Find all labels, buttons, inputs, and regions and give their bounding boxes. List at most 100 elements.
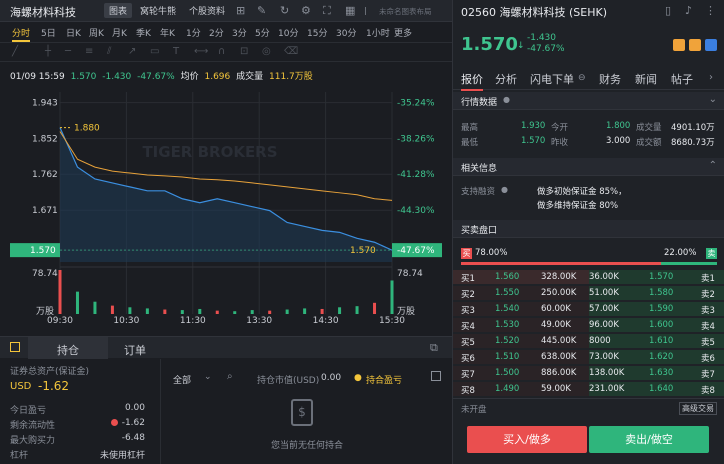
compare-icon[interactable]: ⊞ <box>236 4 245 17</box>
tab-warrants[interactable]: 窝轮牛熊 <box>140 4 176 17</box>
tab-positions[interactable]: 持仓 <box>28 337 108 359</box>
eye-tool-icon[interactable]: ◎ <box>262 46 271 57</box>
period-3m[interactable]: 3分 <box>232 26 247 39</box>
orderbook-row[interactable]: 买6 1.510 638.00K 73.00K 1.620 卖6 <box>453 350 724 364</box>
toggle-icon[interactable]: ⊖ <box>578 73 586 83</box>
intraday-chart[interactable]: TIGER BROKERS 1.943 -35.24% 1.852 -38.26% 1.… <box>0 82 452 328</box>
bid-level: 买3 <box>461 306 475 316</box>
draw-icon[interactable]: ✎ <box>257 4 266 17</box>
bell-icon[interactable]: ♪ <box>685 4 692 17</box>
orderbook-row[interactable]: 买2 1.550 250.00K 51.00K 1.580 卖2 <box>453 286 724 300</box>
bookmark-icon[interactable]: ▯ <box>665 4 671 17</box>
orderbook-row[interactable]: 买3 1.540 60.00K 57.00K 1.590 卖3 <box>453 302 724 316</box>
period-intraday[interactable]: 分时 <box>12 26 31 42</box>
market-data-header[interactable]: 行情数据 ● ⌄ <box>453 92 724 110</box>
price-change: -1.430 -47.67% <box>527 33 565 55</box>
orderbook-row[interactable]: 买1 1.560 328.00K 36.00K 1.570 卖1 <box>453 270 724 284</box>
filter-all-dropdown[interactable]: 全部 <box>173 373 191 386</box>
info-icon[interactable]: ● <box>501 185 508 194</box>
trash-tool-icon[interactable]: ⌫ <box>284 46 298 57</box>
advanced-trade-button[interactable]: 高级交易 <box>679 402 717 415</box>
tab-flash-order[interactable]: 闪电下单 <box>530 71 574 87</box>
pnl-dropdown[interactable]: 持合盈亏 <box>366 373 402 386</box>
info-icon[interactable]: ● <box>503 95 510 104</box>
period-more[interactable]: 更多 <box>394 26 412 39</box>
period-week[interactable]: 周K <box>89 26 104 39</box>
orderbook-row[interactable]: 买8 1.490 59.00K 231.00K 1.640 卖8 <box>453 382 724 396</box>
ask-level: 卖2 <box>701 290 715 300</box>
volume-bar <box>75 291 79 314</box>
layout-hint[interactable]: 未命名图表布局 <box>379 6 432 17</box>
fib-tool-icon[interactable]: ≡ <box>85 46 93 57</box>
orderbook-row[interactable]: 买5 1.520 445.00K 8000 1.610 卖5 <box>453 334 724 348</box>
tab-news[interactable]: 新闻 <box>635 71 657 87</box>
period-month[interactable]: 月K <box>112 26 127 39</box>
magnet-tool-icon[interactable]: ∩ <box>218 46 225 57</box>
settings-icon[interactable] <box>431 371 441 381</box>
ray-tool-icon[interactable]: ↗ <box>128 46 136 57</box>
popout-icon[interactable]: ⧉ <box>430 341 438 355</box>
y-tick-label: 1.943 <box>32 99 58 109</box>
volume-bar <box>93 301 97 314</box>
refresh-icon[interactable]: ↻ <box>280 4 289 17</box>
period-30m[interactable]: 30分 <box>336 26 356 39</box>
stat-volume-label: 成交量 <box>636 123 662 133</box>
period-15m[interactable]: 15分 <box>307 26 327 39</box>
search-icon[interactable]: ⌕ <box>227 371 233 382</box>
period-5d[interactable]: 5日 <box>41 26 56 39</box>
fullscreen-icon[interactable]: ⛶ <box>323 4 331 18</box>
orderbook-row[interactable]: 买7 1.500 886.00K 138.00K 1.630 卖7 <box>453 366 724 380</box>
period-quarter[interactable]: 季K <box>136 26 151 39</box>
volume-bar <box>128 307 132 314</box>
period-5m[interactable]: 5分 <box>255 26 270 39</box>
period-10m[interactable]: 10分 <box>278 26 298 39</box>
line-tool-icon[interactable]: ╱ <box>12 46 18 57</box>
bid-price: 1.550 <box>495 288 520 298</box>
chevron-right-icon[interactable]: › <box>709 72 713 83</box>
panel-icon[interactable] <box>10 342 20 352</box>
chevron-down-icon[interactable]: ⌄ <box>204 372 212 382</box>
bid-volume: 250.00K <box>541 288 577 298</box>
tab-profile[interactable]: 个股资料 <box>189 4 225 17</box>
hline-tool-icon[interactable]: ─ <box>65 46 71 57</box>
gear-icon[interactable]: ⚙ <box>301 4 311 17</box>
bid-price: 1.510 <box>495 352 520 362</box>
period-year[interactable]: 年K <box>160 26 175 39</box>
currency-label[interactable]: USD <box>10 381 31 392</box>
period-1h[interactable]: 1小时 <box>366 26 390 39</box>
period-1m[interactable]: 1分 <box>186 26 201 39</box>
rect-tool-icon[interactable]: ▭ <box>150 46 159 57</box>
info-icon[interactable]: ● <box>354 373 362 383</box>
bid-price: 1.490 <box>495 384 520 394</box>
ask-volume: 138.00K <box>589 368 625 378</box>
chevron-down-icon[interactable]: ⌄ <box>709 94 717 105</box>
empty-document-icon: $ <box>291 399 313 426</box>
bid-level: 买7 <box>461 370 475 380</box>
chevron-up-icon[interactable]: ⌃ <box>709 160 717 171</box>
lock-tool-icon[interactable]: ⊡ <box>240 46 248 57</box>
channel-tool-icon[interactable]: ⫽ <box>107 46 111 57</box>
period-2m[interactable]: 2分 <box>209 26 224 39</box>
text-tool-icon[interactable]: T <box>173 46 179 57</box>
cross-tool-icon[interactable]: ┼ <box>45 46 51 57</box>
tab-chart[interactable]: 图表 <box>104 3 133 18</box>
ask-level: 卖7 <box>701 370 715 380</box>
stat-open-value: 1.800 <box>606 121 631 131</box>
volume-bar <box>110 305 114 314</box>
tab-quote[interactable]: 报价 <box>461 71 483 91</box>
related-info-header[interactable]: 相关信息 ⌃ <box>453 158 724 176</box>
more-icon[interactable]: ⋮ <box>705 4 716 17</box>
layout-icon[interactable]: ▦ <box>345 4 355 17</box>
tab-orders[interactable]: 订单 <box>124 342 146 358</box>
period-day[interactable]: 日K <box>66 26 81 39</box>
orderbook-row[interactable]: 买4 1.530 49.00K 96.00K 1.600 卖4 <box>453 318 724 332</box>
quote-title: 02560 海螺材料科技 (SEHK) <box>461 6 607 19</box>
tab-posts[interactable]: 帖子 <box>671 71 693 87</box>
buy-button[interactable]: 买入/做多 <box>467 426 587 453</box>
volume-bar <box>373 302 377 314</box>
sell-button[interactable]: 卖出/做空 <box>589 426 709 453</box>
measure-tool-icon[interactable]: ⟷ <box>194 46 208 57</box>
y-right-tick-label: -41.28% <box>397 170 435 180</box>
tab-financials[interactable]: 财务 <box>599 71 621 87</box>
tab-analysis[interactable]: 分析 <box>495 71 517 87</box>
